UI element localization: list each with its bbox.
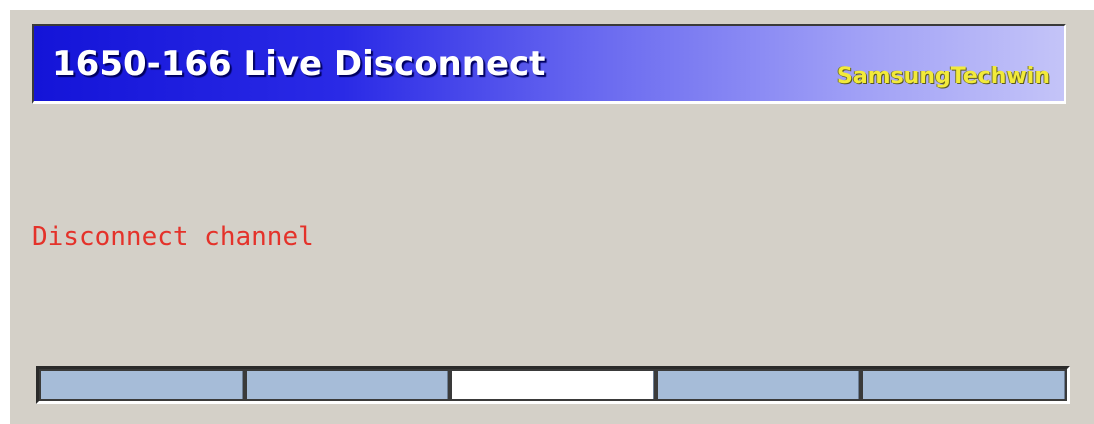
status-message: Disconnect channel [32,222,314,252]
progress-segment-4 [657,371,860,399]
brand-logo-text: SamsungTechwin [836,64,1050,89]
progress-bar [36,366,1070,404]
window-title: 1650-166 Live Disconnect [52,44,546,84]
progress-segment-3 [452,371,654,399]
progress-segment-5 [863,371,1065,399]
progress-segment-1 [41,371,243,399]
progress-segment-2 [246,371,449,399]
title-bar: 1650-166 Live Disconnect SamsungTechwin [32,24,1066,104]
